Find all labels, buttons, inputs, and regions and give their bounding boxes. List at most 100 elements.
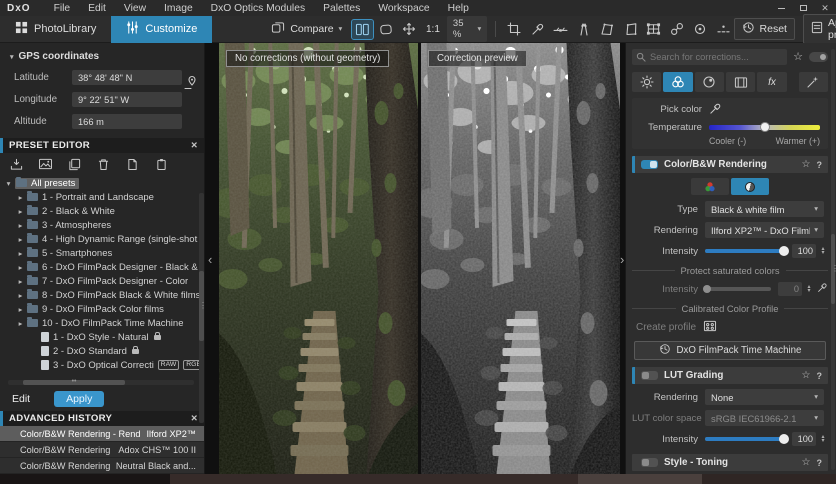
lut-intensity-slider[interactable] (705, 434, 789, 444)
tab-light[interactable] (632, 72, 662, 92)
lut-color-space-dropdown[interactable]: sRGB IEC61966-2.1 ▾ (705, 410, 824, 426)
tab-fx[interactable]: fx (757, 72, 787, 92)
protect-intensity-slider[interactable] (703, 285, 771, 293)
menu-item[interactable]: View (115, 2, 155, 15)
menu-item[interactable]: Edit (79, 2, 115, 15)
menu-item[interactable]: Palettes (314, 2, 369, 15)
preset-tree-item[interactable]: ▸ 4 - High Dynamic Range (single-shot HD (0, 232, 204, 246)
expand-arrow-icon[interactable]: ▸ (16, 235, 25, 244)
intensity-value[interactable]: 100 (792, 244, 816, 258)
palette-enable-toggle[interactable] (641, 160, 658, 169)
preset-tree-item[interactable]: 1 - DxO Style - Natural (0, 330, 204, 344)
grid-handles-tool-button[interactable] (644, 20, 664, 39)
before-image-pane[interactable]: No corrections (without geometry) (219, 43, 418, 474)
palette-enable-toggle[interactable] (641, 458, 658, 467)
right-scrollbar[interactable]: ⋮ (831, 49, 836, 470)
close-panel-icon[interactable]: ✕ (191, 140, 198, 151)
protect-eyedropper-icon[interactable] (817, 282, 828, 296)
preset-tree-item[interactable]: ▸ 2 - Black & White (0, 204, 204, 218)
close-panel-icon[interactable]: ✕ (191, 413, 198, 424)
expand-arrow-icon[interactable]: ▸ (16, 319, 25, 328)
lut-intensity-value[interactable]: 100 (792, 432, 816, 446)
preset-tree-item[interactable]: ▸ 6 - DxO FilmPack Designer - Black & Wh… (0, 260, 204, 274)
search-input[interactable] (632, 48, 788, 65)
preset-tree-item[interactable]: ▸ 8 - DxO FilmPack Black & White films (0, 288, 204, 302)
expand-arrow-icon[interactable]: ▸ (16, 277, 25, 286)
pick-color-eyedropper-icon[interactable] (709, 102, 722, 118)
protect-intensity-value[interactable]: 0 (778, 282, 802, 296)
perspective-tool-button[interactable] (620, 20, 640, 39)
pan-tool-button[interactable] (376, 20, 396, 39)
bw-mode-button[interactable] (731, 178, 769, 195)
gps-value-input[interactable]: 166 m (72, 114, 182, 129)
apply-button[interactable]: Apply (54, 391, 105, 407)
edit-button[interactable]: Edit (12, 393, 30, 405)
slider-knob[interactable] (779, 434, 789, 444)
palette-enable-toggle[interactable] (641, 371, 658, 380)
preset-tree-item[interactable]: ▸ 1 - Portrait and Landscape (0, 190, 204, 204)
split-view-button[interactable] (351, 18, 374, 40)
expand-arrow-icon[interactable]: ▸ (16, 263, 25, 272)
preset-tree-item[interactable]: ▸ 9 - DxO FilmPack Color films (0, 302, 204, 316)
intensity-stepper[interactable]: ▴ ▾ (818, 246, 828, 256)
preset-tree-item[interactable]: 2 - DxO Standard (0, 344, 204, 358)
lut-rendering-dropdown[interactable]: None ▾ (705, 389, 824, 405)
slider-knob[interactable] (779, 246, 789, 256)
menu-item[interactable]: Help (439, 2, 478, 15)
tab-photolibrary[interactable]: PhotoLibrary (0, 16, 111, 43)
temperature-slider[interactable] (709, 122, 820, 132)
history-row[interactable]: Color/B&W Rendering... Neutral Black and… (0, 458, 204, 474)
menu-item[interactable]: DxO Optics Modules (202, 2, 314, 15)
intensity-slider[interactable] (705, 246, 789, 256)
expand-arrow-icon[interactable]: ▾ (4, 179, 13, 188)
paste-preset-icon[interactable] (153, 157, 169, 171)
tab-detail[interactable] (694, 72, 724, 92)
eyedropper-tool-button[interactable] (527, 20, 547, 39)
delete-preset-icon[interactable] (95, 157, 111, 171)
preset-tree-item[interactable]: 3 - DxO Optical Corrections onl RAW RGB (0, 358, 204, 372)
move-tool-button[interactable] (399, 20, 419, 39)
menu-item[interactable]: Workspace (369, 2, 438, 15)
tab-color[interactable] (663, 72, 693, 92)
panel-visibility-toggle[interactable] (809, 51, 828, 62)
gps-section-header[interactable]: ▾ GPS coordinates (0, 43, 204, 69)
create-profile-icon[interactable] (703, 320, 717, 335)
map-pin-icon[interactable] (183, 75, 196, 93)
zoom-level-select[interactable]: 35 % ▾ (446, 16, 488, 42)
compare-button[interactable]: Compare ▾ (264, 19, 349, 39)
after-image-pane[interactable]: Correction preview (421, 43, 620, 474)
expand-arrow-icon[interactable]: ▸ (16, 193, 25, 202)
help-icon[interactable]: ? (817, 371, 823, 381)
expand-arrow-icon[interactable]: ▸ (16, 249, 25, 258)
protect-intensity-stepper[interactable]: ▴ ▾ (804, 284, 814, 294)
tab-local-adjustments[interactable] (798, 72, 828, 92)
favorite-icon[interactable]: ☆ (802, 457, 811, 468)
type-dropdown[interactable]: Black & white film ▾ (705, 201, 824, 217)
next-image-chevron[interactable]: › (620, 253, 624, 266)
help-icon[interactable]: ? (817, 458, 823, 468)
preset-tree-item[interactable]: ▸ 7 - DxO FilmPack Designer - Color (0, 274, 204, 288)
duplicate-preset-icon[interactable] (66, 157, 82, 171)
vertical-scrollbar[interactable]: ⋮ (199, 193, 207, 423)
temperature-slider-knob[interactable] (760, 122, 771, 132)
crop-tool-button[interactable] (504, 20, 524, 39)
favorite-icon[interactable]: ☆ (802, 370, 811, 381)
favorite-icon[interactable]: ☆ (802, 159, 811, 170)
previous-image-chevron[interactable]: ‹ (208, 253, 212, 266)
color-mode-button[interactable] (691, 178, 729, 195)
expand-arrow-icon[interactable]: ▸ (16, 221, 25, 230)
expand-arrow-icon[interactable]: ▸ (16, 207, 25, 216)
preset-tree-item[interactable]: ▸ 10 - DxO FilmPack Time Machine (0, 316, 204, 330)
horizontal-scrollbar[interactable]: •• (8, 378, 194, 385)
slider-knob[interactable] (703, 285, 711, 293)
time-machine-button[interactable]: DxO FilmPack Time Machine (634, 341, 826, 360)
preset-tree-item[interactable]: ▸ 5 - Smartphones (0, 246, 204, 260)
lut-intensity-stepper[interactable]: ▴ ▾ (818, 434, 828, 444)
history-row[interactable]: Color/B&W Rendering - ... Adox CHS™ 100 … (0, 442, 204, 458)
show-corrections-button[interactable] (690, 20, 710, 39)
rectangle-correction-tool-button[interactable] (597, 20, 617, 39)
tab-customize[interactable]: Customize (111, 15, 213, 43)
gps-value-input[interactable]: 9° 22' 51" W (72, 92, 182, 107)
expand-arrow-icon[interactable]: ▸ (16, 291, 25, 300)
expand-arrow-icon[interactable]: ▸ (16, 305, 25, 314)
